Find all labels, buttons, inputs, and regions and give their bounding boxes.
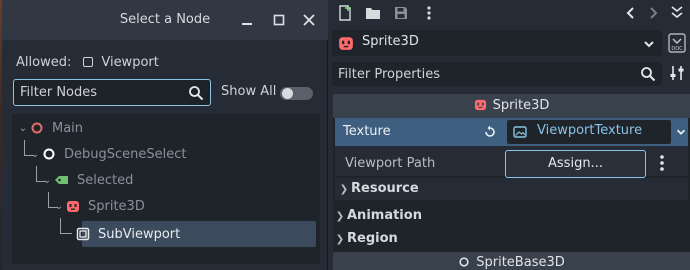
group-label: Animation [347,208,422,223]
sprite3d-icon [67,201,79,212]
revert-icon[interactable] [483,125,497,139]
chevron-down-icon[interactable] [642,37,656,51]
inspector-toolbar [328,0,690,26]
tree-item-sprite3d[interactable]: ⌄ Sprite3D [52,194,145,218]
save-icon[interactable] [392,4,410,22]
chevron-right-icon: ❯ [335,211,345,222]
svg-text:DOC: DOC [671,46,683,52]
more-options-icon[interactable] [653,152,671,174]
sprite3d-icon [339,37,353,50]
tree-item-debugsceneselect[interactable]: ⌄ DebugSceneSelect [28,142,187,166]
viewport-icon [76,227,90,241]
new-resource-icon[interactable] [336,4,354,22]
dialog-titlebar: Select a Node [2,0,328,40]
group-animation[interactable]: ❯ Animation [333,204,422,228]
viewport-icon [83,57,94,67]
search-icon[interactable] [188,85,204,101]
history-forward-icon[interactable] [644,4,662,22]
documentation-icon[interactable]: DOC [668,33,686,53]
group-label: Region [347,231,398,246]
inspector-panel: Sprite3D DOC Sprite3D Texture ViewportTe… [328,0,690,270]
chevron-right-icon: ❯ [335,234,345,245]
section-header-spritebase3d: SpriteBase3D [333,252,690,270]
texture-resource-picker[interactable]: ViewportTexture [507,120,671,144]
tree-item-label: Selected [77,172,134,188]
filter-nodes-input[interactable] [13,79,211,106]
group-label: Resource [351,181,419,196]
close-icon[interactable] [300,11,318,29]
tag-icon [55,176,68,184]
inspector-properties: Sprite3D Texture ViewportTexture Viewpor… [333,94,690,270]
chevron-down-icon[interactable]: ⌄ [52,201,66,212]
tree-item-label: DebugSceneSelect [64,146,187,162]
tree-item-selected[interactable]: ⌄ Selected [40,168,134,192]
node-selector[interactable]: Sprite3D [332,30,662,56]
section-title: Sprite3D [492,98,550,113]
chevron-down-icon[interactable]: ⌄ [28,149,42,160]
object-properties-icon[interactable] [668,4,686,22]
tree-connector [60,218,72,234]
section-header-sprite3d: Sprite3D [333,94,690,118]
texture-label: Texture [343,124,391,139]
minimize-icon[interactable] [238,11,256,29]
node-name-label: Sprite3D [362,34,419,49]
chevron-right-icon: ❯ [339,184,349,195]
control-circle-icon [43,148,55,160]
property-texture[interactable]: Texture ViewportTexture [335,118,688,146]
image-icon [513,126,527,138]
show-all-toggle[interactable] [280,87,313,100]
allowed-type-label: Viewport [101,54,159,70]
allowed-label: Allowed: [16,54,72,70]
section-title: SpriteBase3D [476,255,565,270]
tree-item-label: Sprite3D [88,198,145,214]
history-back-icon[interactable] [622,4,640,22]
chevron-down-icon[interactable]: ⌄ [16,123,30,134]
assign-button[interactable]: Assign... [505,150,646,178]
allowed-types-row: Allowed: Viewport [16,52,159,72]
toggle-knob [282,88,293,99]
chevron-down-icon[interactable]: ⌄ [40,175,54,186]
tree-item-main[interactable]: ⌄ Main [16,116,83,140]
maximize-icon[interactable] [270,11,288,29]
group-resource[interactable]: ❯ Resource [337,177,419,201]
node3d-circle-icon [459,257,469,267]
texture-value: ViewportTexture [537,123,643,138]
property-settings-icon[interactable] [668,64,686,82]
tree-item-subviewport[interactable]: SubViewport [76,222,180,246]
more-options-icon[interactable] [420,4,438,22]
filter-properties-input[interactable] [332,62,662,86]
node-circle-icon [31,122,43,134]
show-all-label: Show All [221,84,277,99]
node-tree: ⌄ Main ⌄ DebugSceneSelect ⌄ Selected ⌄ S… [12,114,320,264]
tree-item-label: Main [52,120,84,136]
search-icon[interactable] [640,66,656,82]
sprite3d-icon [474,99,486,111]
chevron-down-icon[interactable] [675,126,687,138]
tree-item-label: SubViewport [98,226,181,242]
folder-icon[interactable] [364,4,382,22]
select-node-dialog: Select a Node Allowed: Viewport Show All [2,0,328,270]
viewport-path-label: Viewport Path [345,156,436,171]
group-region[interactable]: ❯ Region [333,227,398,251]
